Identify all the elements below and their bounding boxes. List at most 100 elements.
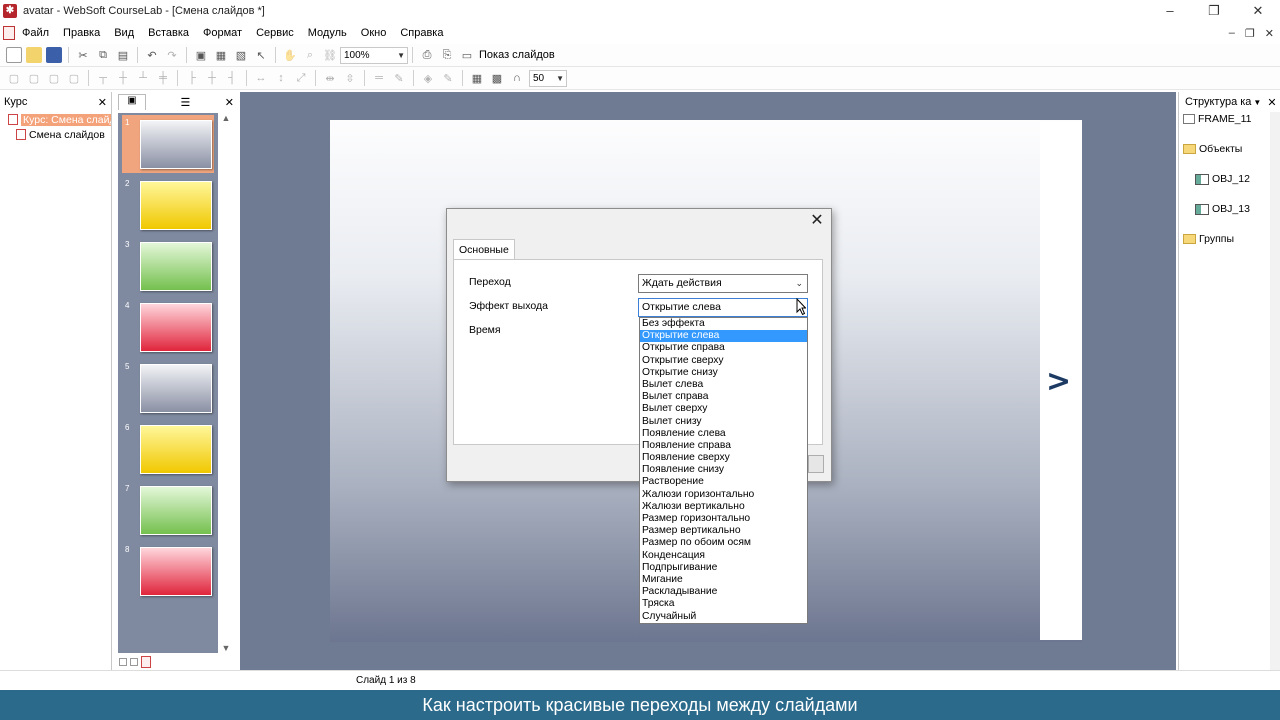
dropdown-option[interactable]: Растворение <box>640 476 807 488</box>
outline-tab-icon[interactable]: ☰ <box>180 96 190 109</box>
dropdown-option[interactable]: Появление снизу <box>640 464 807 476</box>
document-icon[interactable] <box>3 26 15 40</box>
space-horizontal-icon[interactable]: ⇹ <box>322 70 338 86</box>
dropdown-option[interactable]: Открытие снизу <box>640 367 807 379</box>
slide-thumbnail-4[interactable]: 4 <box>122 298 214 356</box>
menu-module[interactable]: Модуль <box>301 22 354 44</box>
insert-frame-icon[interactable]: ▧ <box>233 47 249 63</box>
dialog-button[interactable] <box>808 455 824 473</box>
dropdown-option[interactable]: Открытие слева <box>640 330 807 343</box>
slides-tab-icon[interactable]: ▣ <box>118 94 146 110</box>
tree-item-course[interactable]: Курс: Смена слайд <box>0 112 111 127</box>
normal-view-icon[interactable] <box>119 657 127 666</box>
minimize-button[interactable]: – <box>1148 0 1192 22</box>
slide-thumbnail-2[interactable]: 2 <box>122 176 214 234</box>
same-width-icon[interactable]: ↔ <box>253 70 269 86</box>
align-bottom-icon[interactable]: ┴ <box>135 70 151 86</box>
dropdown-option[interactable]: Без эффекта <box>640 318 807 330</box>
dropdown-option[interactable]: Открытие справа <box>640 342 807 354</box>
slide-thumbnail-1[interactable]: 1 <box>122 115 214 173</box>
dropdown-option[interactable]: Случайный <box>640 611 807 623</box>
align-center-icon[interactable]: ╪ <box>155 70 171 86</box>
align-top-icon[interactable]: ┬ <box>95 70 111 86</box>
exit-effect-select[interactable]: Открытие слева ⌄ <box>638 298 808 317</box>
line-style-icon[interactable]: ═ <box>371 70 387 86</box>
preview-icon[interactable]: ⎙ <box>419 47 435 63</box>
open-icon[interactable] <box>26 47 42 63</box>
menu-view[interactable]: Вид <box>107 22 141 44</box>
save-icon[interactable] <box>46 47 62 63</box>
fill-color-icon[interactable]: ◈ <box>420 70 436 86</box>
zoom-select[interactable]: 100% ▼ <box>340 46 408 64</box>
dropdown-option[interactable]: Появление слева <box>640 428 807 440</box>
dropdown-option[interactable]: Размер горизонтально <box>640 513 807 525</box>
structure-item-obj12[interactable]: OBJ_12 <box>1195 173 1250 185</box>
align-hcenter-icon[interactable]: ┼ <box>204 70 220 86</box>
dropdown-option[interactable]: Открытие сверху <box>640 355 807 367</box>
chevron-down-icon[interactable]: ▼ <box>1253 98 1261 107</box>
menu-service[interactable]: Сервис <box>249 22 301 44</box>
dropdown-option[interactable]: Жалюзи горизонтально <box>640 489 807 501</box>
dropdown-option[interactable]: Вылет слева <box>640 379 807 391</box>
insert-image-icon[interactable]: ▣ <box>193 47 209 63</box>
insert-object-icon[interactable]: ▦ <box>213 47 229 63</box>
menu-insert[interactable]: Вставка <box>141 22 196 44</box>
sorter-view-icon[interactable] <box>130 657 138 666</box>
menu-edit[interactable]: Правка <box>56 22 107 44</box>
same-height-icon[interactable]: ↕ <box>273 70 289 86</box>
group-icon[interactable]: ▢ <box>6 70 22 86</box>
structure-scrollbar[interactable] <box>1270 112 1280 670</box>
dropdown-option[interactable]: Вылет справа <box>640 391 807 403</box>
dropdown-option[interactable]: Появление справа <box>640 440 807 452</box>
align-middle-icon[interactable]: ┼ <box>115 70 131 86</box>
menu-file[interactable]: Файл <box>15 22 56 44</box>
slide-thumbnail-7[interactable]: 7 <box>122 481 214 539</box>
menu-window[interactable]: Окно <box>354 22 394 44</box>
undo-icon[interactable]: ↶ <box>144 47 160 63</box>
line-color-icon[interactable]: ✎ <box>391 70 407 86</box>
dropdown-option[interactable]: Размер по обоим осям <box>640 537 807 549</box>
structure-item-objects[interactable]: Объекты <box>1183 143 1242 155</box>
structure-item-obj13[interactable]: OBJ_13 <box>1195 203 1250 215</box>
slide-thumbnail-8[interactable]: 8 <box>122 542 214 600</box>
new-icon[interactable] <box>6 47 22 63</box>
transition-select[interactable]: Ждать действия ⌄ <box>638 274 808 293</box>
dropdown-option[interactable]: Мигание <box>640 574 807 586</box>
page-view-icon[interactable] <box>141 655 151 668</box>
dropdown-option[interactable]: Конденсация <box>640 550 807 562</box>
bring-front-icon[interactable]: ▢ <box>46 70 62 86</box>
scroll-down-icon[interactable]: ▼ <box>219 643 233 653</box>
same-size-icon[interactable]: ⤢ <box>293 70 309 86</box>
publish-icon[interactable]: ⎘ <box>439 47 455 63</box>
structure-panel-close-icon[interactable]: ✕ <box>1267 96 1276 109</box>
slideshow-icon[interactable]: ▭ <box>459 47 475 63</box>
close-button[interactable]: ✕ <box>1236 0 1280 22</box>
dropdown-option[interactable]: Подпрыгивание <box>640 562 807 574</box>
space-vertical-icon[interactable]: ⇳ <box>342 70 358 86</box>
dialog-close-icon[interactable]: ✕ <box>806 211 828 231</box>
cut-icon[interactable]: ✂ <box>75 47 91 63</box>
magnet-icon[interactable]: ∩ <box>509 70 525 86</box>
tree-item-module[interactable]: Смена слайдов <box>0 127 111 142</box>
next-slide-arrow-icon[interactable]: > <box>1046 364 1071 399</box>
zoom-tool-icon[interactable]: ⌕ <box>302 47 318 63</box>
send-back-icon[interactable]: ▢ <box>66 70 82 86</box>
copy-icon[interactable]: ⧉ <box>95 47 111 63</box>
structure-item-groups[interactable]: Группы <box>1183 233 1234 245</box>
slide-thumbnail-3[interactable]: 3 <box>122 237 214 295</box>
mdi-restore-button[interactable]: ❐ <box>1245 27 1255 40</box>
menu-help[interactable]: Справка <box>393 22 450 44</box>
pointer-icon[interactable]: ↖ <box>253 47 269 63</box>
dropdown-option[interactable]: Вылет сверху <box>640 403 807 415</box>
dropdown-option[interactable]: Тряска <box>640 598 807 610</box>
hand-icon[interactable]: ✋ <box>282 47 298 63</box>
slide-thumbnail-6[interactable]: 6 <box>122 420 214 478</box>
font-color-icon[interactable]: ✎ <box>440 70 456 86</box>
slides-panel-close-icon[interactable]: ✕ <box>225 96 234 109</box>
redo-icon[interactable]: ↷ <box>164 47 180 63</box>
dropdown-option[interactable]: Раскладывание <box>640 586 807 598</box>
grid-icon[interactable]: ▦ <box>469 70 485 86</box>
dropdown-option[interactable]: Появление сверху <box>640 452 807 464</box>
scroll-up-icon[interactable]: ▲ <box>219 113 233 123</box>
align-left-icon[interactable]: ├ <box>184 70 200 86</box>
